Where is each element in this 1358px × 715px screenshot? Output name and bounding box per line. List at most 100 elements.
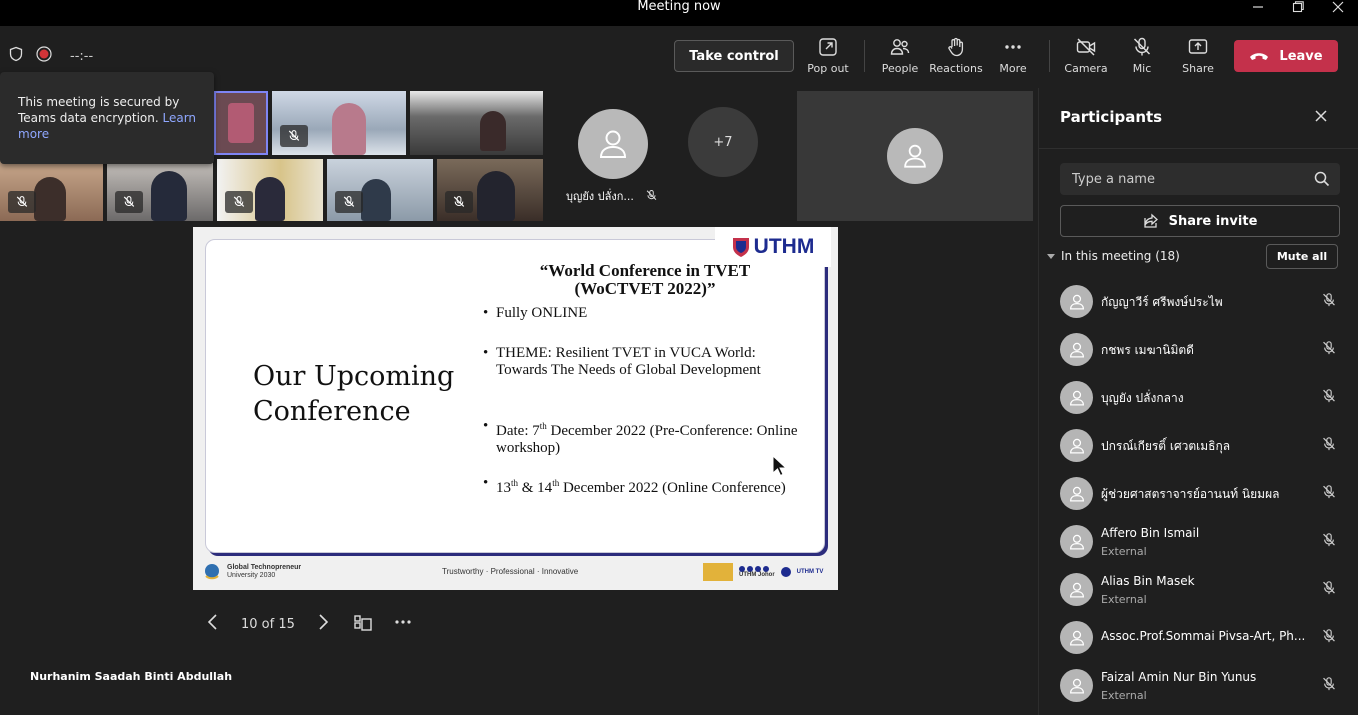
previous-slide-icon[interactable] bbox=[205, 613, 221, 635]
mic-off-icon bbox=[1321, 676, 1337, 696]
video-content bbox=[477, 171, 515, 221]
participant-name: Assoc.Prof.Sommai Pivsa-Art, Ph... bbox=[1101, 629, 1306, 643]
bullet-item: • Fully ONLINE bbox=[483, 305, 798, 322]
avatar bbox=[1060, 285, 1093, 318]
participant-external-label: External bbox=[1101, 545, 1147, 558]
avatar bbox=[1060, 429, 1093, 462]
video-content bbox=[480, 111, 506, 151]
slide-grid-icon[interactable] bbox=[353, 612, 373, 636]
more-options-icon[interactable] bbox=[393, 612, 413, 636]
camera-button[interactable]: Camera bbox=[1058, 36, 1114, 80]
video-tile[interactable] bbox=[272, 91, 406, 155]
avatar bbox=[887, 128, 943, 184]
participant-tile[interactable] bbox=[797, 91, 1033, 221]
participant-row[interactable]: กชพร เมฆานิมิตดี bbox=[1039, 325, 1358, 373]
bullet-item: • THEME: Resilient TVET in VUCA World: To… bbox=[483, 345, 798, 379]
video-tile[interactable] bbox=[217, 159, 323, 221]
more-label: More bbox=[999, 62, 1027, 75]
footer-right: UTHM Johor UTHM TV bbox=[703, 563, 823, 581]
video-tile[interactable] bbox=[0, 159, 103, 221]
participant-row[interactable]: Affero Bin Ismail External bbox=[1039, 517, 1358, 565]
participant-list: กัญญาวีร์ ศรีพงษ์ประไพ กชพร เมฆานิมิตดี … bbox=[1039, 277, 1358, 709]
footer-left-line: University 2030 bbox=[227, 572, 276, 579]
next-slide-icon[interactable] bbox=[315, 613, 331, 635]
section-title: In this meeting (18) bbox=[1061, 249, 1180, 263]
close-icon[interactable] bbox=[1323, 0, 1353, 14]
share-button[interactable]: Share bbox=[1170, 36, 1226, 80]
mic-off-icon bbox=[1321, 436, 1337, 456]
avatar bbox=[1060, 525, 1093, 558]
footer-left-line: Global Technopreneur bbox=[227, 564, 302, 571]
avatar bbox=[1060, 573, 1093, 606]
video-tile[interactable] bbox=[410, 91, 543, 155]
bullet-text: THEME: Resilient TVET in VUCA World: Tow… bbox=[496, 345, 761, 378]
participant-search[interactable] bbox=[1060, 163, 1340, 195]
person-icon bbox=[1069, 630, 1084, 646]
raise-hand-icon bbox=[948, 37, 964, 57]
video-tile[interactable] bbox=[437, 159, 543, 221]
people-label: People bbox=[881, 62, 919, 75]
search-icon[interactable] bbox=[1314, 171, 1330, 191]
maximize-icon[interactable] bbox=[1283, 0, 1313, 14]
encryption-text: This meeting is secured by Teams data en… bbox=[18, 95, 180, 125]
video-content bbox=[34, 177, 66, 221]
person-icon bbox=[1069, 438, 1084, 454]
minimize-icon[interactable] bbox=[1243, 0, 1273, 14]
conference-title-line: “World Conference in TVET bbox=[539, 261, 751, 280]
mic-off-icon bbox=[335, 191, 363, 213]
footer-tagline: Trustworthy · Professional · Innovative bbox=[442, 567, 579, 576]
footer-left: Global Technopreneur University 2030 bbox=[203, 562, 301, 582]
slide-heading-line: Our Upcoming bbox=[253, 361, 455, 392]
participant-row[interactable]: Faizal Amin Nur Bin Yunus External bbox=[1039, 661, 1358, 709]
participant-name: Faizal Amin Nur Bin Yunus bbox=[1101, 670, 1257, 684]
participant-row[interactable]: ผู้ช่วยศาสตราจารย์อานนท์ นิยมผล bbox=[1039, 469, 1358, 517]
search-input[interactable] bbox=[1060, 163, 1300, 195]
participant-row[interactable]: Assoc.Prof.Sommai Pivsa-Art, Ph... bbox=[1039, 613, 1358, 661]
panel-title: Participants bbox=[1060, 108, 1163, 126]
person-icon bbox=[1069, 534, 1084, 550]
shield-icon[interactable] bbox=[8, 46, 24, 66]
more-participants-badge[interactable]: +7 bbox=[688, 107, 758, 177]
social-links: UTHM Johor bbox=[739, 566, 775, 578]
video-content bbox=[255, 177, 285, 221]
close-icon[interactable] bbox=[1313, 108, 1329, 128]
participant-name: บุญยัง ปลั่งก... bbox=[566, 190, 634, 203]
bullet-text: Date: 7th December 2022 (Pre-Conference:… bbox=[496, 421, 798, 456]
in-meeting-section-toggle[interactable]: In this meeting (18) bbox=[1047, 249, 1180, 263]
participant-tile[interactable]: บุญยัง ปลั่งก... bbox=[550, 91, 670, 221]
share-label: Share bbox=[1182, 62, 1214, 75]
video-tile[interactable] bbox=[107, 159, 213, 221]
person-icon bbox=[599, 130, 627, 158]
mic-off-icon bbox=[1321, 628, 1337, 648]
video-content bbox=[361, 179, 391, 221]
participant-external-label: External bbox=[1101, 593, 1147, 606]
mic-off-icon bbox=[1321, 340, 1337, 360]
mic-off-icon bbox=[1321, 580, 1337, 600]
participant-row[interactable]: ปกรณ์เกียรติ์ เศวตเมธิกุล bbox=[1039, 421, 1358, 469]
participant-row[interactable]: กัญญาวีร์ ศรีพงษ์ประไพ bbox=[1039, 277, 1358, 325]
video-tile[interactable] bbox=[214, 91, 268, 155]
participant-name: Alias Bin Masek bbox=[1101, 574, 1195, 588]
mic-off-icon bbox=[445, 191, 473, 213]
toolbar-divider bbox=[1049, 40, 1050, 72]
people-button[interactable]: People bbox=[872, 36, 928, 80]
participant-row[interactable]: Alias Bin Masek External bbox=[1039, 565, 1358, 613]
participant-row[interactable]: บุญยัง ปลั่งกลาง bbox=[1039, 373, 1358, 421]
person-icon bbox=[1069, 582, 1084, 598]
person-icon bbox=[1069, 390, 1084, 406]
share-icon bbox=[1143, 213, 1158, 228]
mute-all-button[interactable]: Mute all bbox=[1266, 244, 1338, 269]
mic-off-icon bbox=[225, 191, 253, 213]
more-button[interactable]: More bbox=[985, 36, 1041, 80]
meeting-status: --:-- bbox=[8, 46, 93, 66]
mic-button[interactable]: Mic bbox=[1114, 36, 1170, 80]
leave-button[interactable]: Leave bbox=[1234, 40, 1338, 72]
share-invite-button[interactable]: Share invite bbox=[1060, 205, 1340, 237]
video-tile[interactable] bbox=[327, 159, 433, 221]
reactions-button[interactable]: Reactions bbox=[928, 36, 984, 80]
pop-out-button[interactable]: Pop out bbox=[800, 36, 856, 80]
window-title: Meeting now bbox=[637, 0, 721, 14]
share-invite-label: Share invite bbox=[1168, 213, 1258, 229]
take-control-button[interactable]: Take control bbox=[674, 40, 794, 72]
video-content bbox=[228, 103, 254, 143]
